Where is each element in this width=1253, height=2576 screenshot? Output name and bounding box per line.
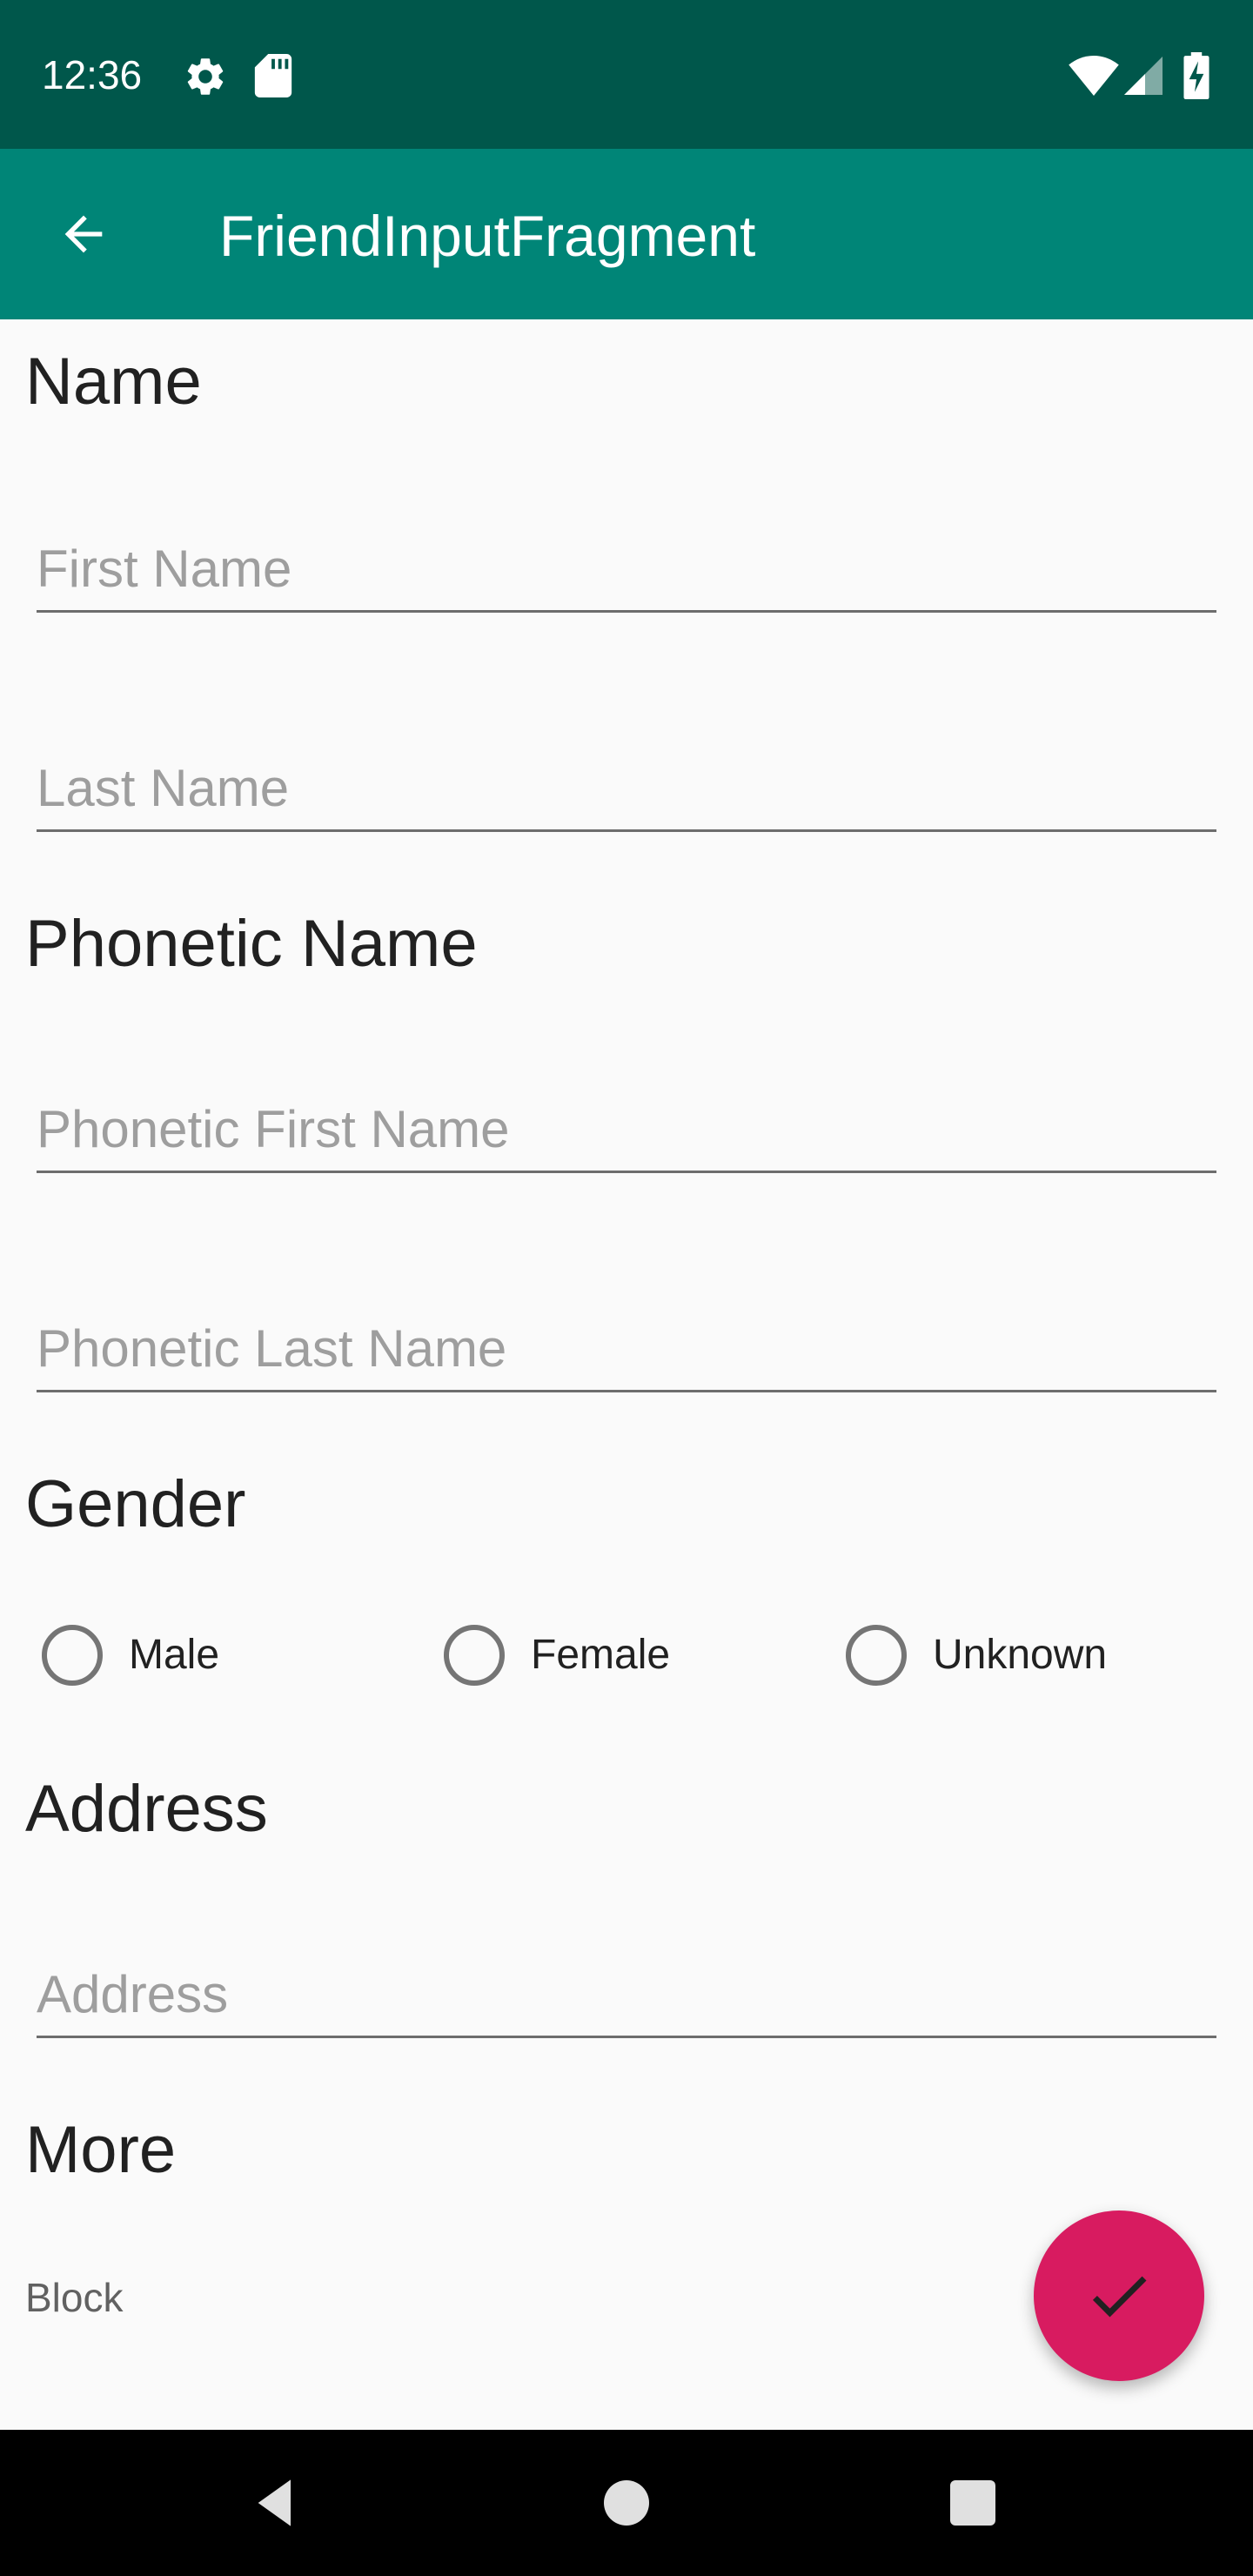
phonetic-section-title: Phonetic Name xyxy=(25,907,478,981)
gear-icon xyxy=(187,58,224,95)
back-button[interactable] xyxy=(35,191,132,278)
status-bar: 12:36 xyxy=(0,0,1253,149)
radio-circle[interactable] xyxy=(42,1625,103,1686)
last-name-hint: Last Name xyxy=(37,759,290,817)
radio-unknown[interactable]: Unknown xyxy=(846,1617,1107,1694)
radio-male[interactable]: Male xyxy=(42,1617,219,1694)
radio-circle[interactable] xyxy=(444,1625,505,1686)
sd-card-icon xyxy=(254,54,292,97)
last-name-field[interactable]: Last Name xyxy=(37,745,1216,832)
page-title: FriendInputFragment xyxy=(219,204,756,268)
battery-charging-icon xyxy=(1183,52,1209,99)
check-icon xyxy=(1092,2276,1147,2318)
phonetic-first-name-hint: Phonetic First Name xyxy=(37,1100,510,1158)
radio-label-female: Female xyxy=(531,1632,671,1678)
gender-section-title: Gender xyxy=(25,1467,246,1541)
app-bar: FriendInputFragment xyxy=(0,149,1253,319)
nav-home-icon[interactable] xyxy=(604,2480,649,2526)
nav-recents-icon[interactable] xyxy=(950,2480,995,2526)
more-section-title: More xyxy=(25,2113,177,2187)
address-section-title: Address xyxy=(25,1772,268,1846)
status-time: 12:36 xyxy=(42,52,143,97)
address-field[interactable]: Address xyxy=(37,1951,1216,2038)
radio-label-unknown: Unknown xyxy=(933,1632,1108,1678)
system-nav-bar xyxy=(0,2430,1253,2576)
address-hint: Address xyxy=(37,1965,229,2023)
phonetic-last-name-hint: Phonetic Last Name xyxy=(37,1319,507,1378)
signal-icon xyxy=(1124,57,1163,95)
radio-circle[interactable] xyxy=(846,1625,907,1686)
first-name-field[interactable]: First Name xyxy=(37,526,1216,613)
arrow-back-icon xyxy=(64,215,103,253)
nav-back-icon[interactable] xyxy=(249,2475,305,2531)
save-fab-button[interactable] xyxy=(1034,2210,1204,2381)
first-name-hint: First Name xyxy=(37,540,292,598)
name-section-title: Name xyxy=(25,345,202,419)
radio-female[interactable]: Female xyxy=(444,1617,670,1694)
block-option[interactable]: Block xyxy=(25,2273,123,2322)
radio-label-male: Male xyxy=(129,1632,220,1678)
phonetic-first-name-field[interactable]: Phonetic First Name xyxy=(37,1086,1216,1173)
phonetic-last-name-field[interactable]: Phonetic Last Name xyxy=(37,1305,1216,1392)
wifi-icon xyxy=(1069,56,1119,96)
